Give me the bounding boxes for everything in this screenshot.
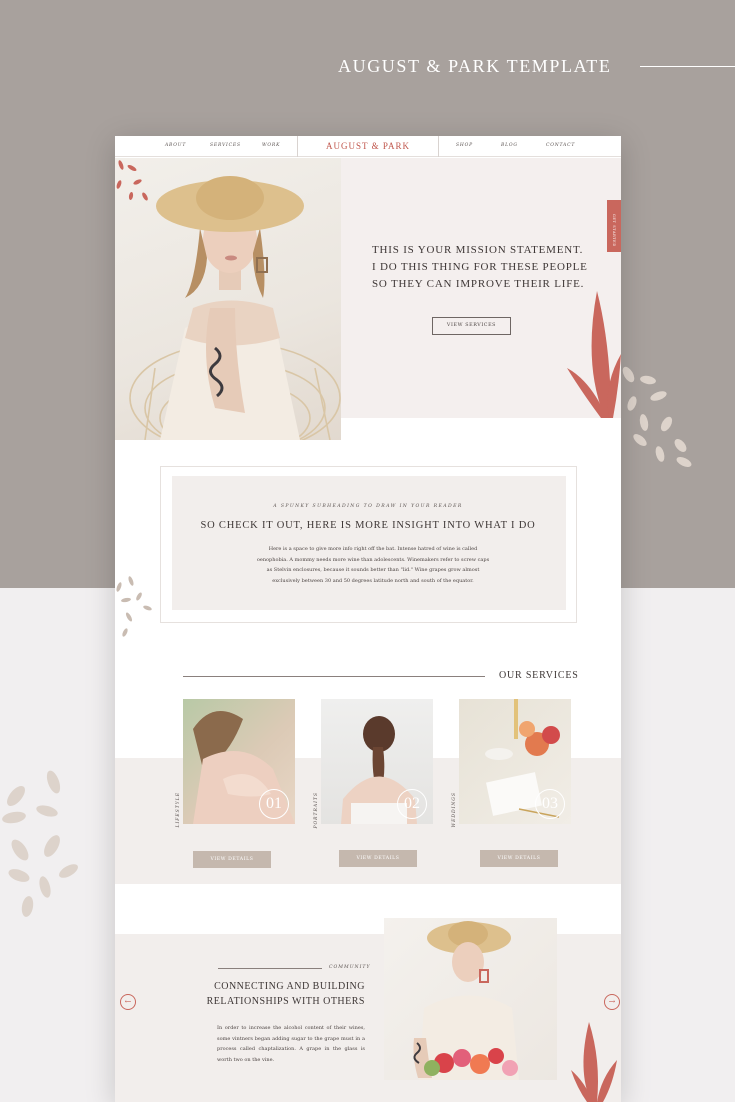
service-label-lifestyle: LIFESTYLE xyxy=(176,792,181,828)
banner-title: AUGUST & PARK TEMPLATE xyxy=(338,56,612,76)
nav-link-work[interactable]: WORK xyxy=(262,143,280,148)
community-title: CONNECTING AND BUILDING RELATIONSHIPS WI… xyxy=(206,981,365,1007)
view-details-button-weddings[interactable]: VIEW DETAILS xyxy=(480,850,558,867)
red-leaf-decoration-bottom xyxy=(571,1022,617,1102)
insight-panel xyxy=(172,476,566,610)
top-navigation: ABOUT SERVICES WORK AUGUST & PARK SHOP B… xyxy=(115,136,621,157)
nav-link-blog[interactable]: BLOG xyxy=(501,143,518,148)
service-photo-lifestyle[interactable]: 01 xyxy=(183,699,295,824)
red-leaf-decoration xyxy=(567,291,621,418)
service-label-weddings: WEDDINGS xyxy=(452,792,457,828)
nav-link-about[interactable]: ABOUT xyxy=(165,143,186,148)
service-number-2: 02 xyxy=(397,789,427,819)
hero-photo xyxy=(115,158,341,440)
nav-link-shop[interactable]: SHOP xyxy=(456,143,473,148)
community-rule xyxy=(218,968,322,969)
insight-title: SO CHECK IT OUT, HERE IS MORE INSIGHT IN… xyxy=(200,520,536,531)
nav-link-services[interactable]: SERVICES xyxy=(210,143,241,148)
get-started-tab-label: GET STARTED xyxy=(612,214,616,247)
mission-line-1: THIS IS YOUR MISSION STATEMENT. xyxy=(372,244,584,256)
service-photo-portraits[interactable]: 02 xyxy=(321,699,433,824)
mission-line-2: I DO THIS THING FOR THESE PEOPLE xyxy=(372,261,588,273)
service-number-3: 03 xyxy=(535,789,565,819)
insight-body: Here is a space to give more info right … xyxy=(256,546,490,584)
community-photo xyxy=(384,918,557,1080)
services-heading: OUR SERVICES xyxy=(499,670,579,681)
service-label-portraits: PORTRAITS xyxy=(314,792,319,829)
view-services-button[interactable]: VIEW SERVICES xyxy=(432,317,511,335)
insight-kicker: A SPUNKY SUBHEADING TO DRAW IN YOUR READ… xyxy=(273,504,463,509)
arrow-left-icon[interactable]: ← xyxy=(120,994,136,1010)
arrow-right-icon[interactable]: → xyxy=(604,994,620,1010)
nav-link-contact[interactable]: CONTACT xyxy=(546,143,575,148)
community-kicker: COMMUNITY xyxy=(329,965,371,970)
site-logo[interactable]: AUGUST & PARK xyxy=(297,136,439,157)
website-mockup: ABOUT SERVICES WORK AUGUST & PARK SHOP B… xyxy=(115,136,621,1102)
banner-divider xyxy=(640,66,735,67)
service-photo-weddings[interactable]: 03 xyxy=(459,699,571,824)
services-rule xyxy=(183,676,485,677)
community-body: In order to increase the alcohol content… xyxy=(217,1025,365,1063)
view-details-button-lifestyle[interactable]: VIEW DETAILS xyxy=(193,851,271,868)
service-number-1: 01 xyxy=(259,789,289,819)
view-details-button-portraits[interactable]: VIEW DETAILS xyxy=(339,850,417,867)
get-started-tab[interactable]: GET STARTED xyxy=(607,200,621,252)
